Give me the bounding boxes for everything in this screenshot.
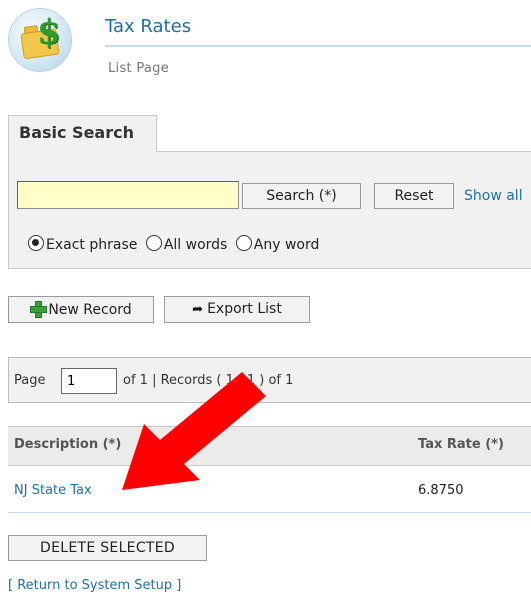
table-row-tax-rate: 6.8750 <box>418 483 464 498</box>
radio-checked-icon[interactable] <box>28 235 44 251</box>
radio-unchecked-icon[interactable] <box>145 235 162 251</box>
radio-all-words[interactable]: All words <box>145 235 228 253</box>
table-row-description-link[interactable]: NJ State Tax <box>14 483 92 498</box>
radio-label: Exact phrase <box>46 237 138 253</box>
export-list-label: Export List <box>207 301 282 317</box>
show-all-link[interactable]: Show all <box>464 188 523 204</box>
app-logo-icon: $ <box>8 8 72 72</box>
return-to-system-setup-link[interactable]: [ Return to System Setup ] <box>8 578 181 593</box>
share-arrow-icon: ➦ <box>192 302 204 317</box>
search-button[interactable]: Search (*) <box>242 183 361 209</box>
title-divider <box>105 45 531 47</box>
reset-button[interactable]: Reset <box>374 183 454 209</box>
new-record-label: New Record <box>48 302 132 318</box>
search-mode-group: Exact phrase All words Any word <box>28 235 323 253</box>
annotation-arrow-icon <box>122 372 266 490</box>
plus-icon <box>30 301 48 318</box>
page-title: Tax Rates <box>105 16 192 37</box>
export-list-button[interactable]: ➦ Export List <box>164 296 310 323</box>
dollar-icon: $ <box>37 12 61 52</box>
page-number-input[interactable] <box>61 368 117 394</box>
tab-basic-search[interactable]: Basic Search <box>8 115 157 152</box>
delete-selected-button[interactable]: DELETE SELECTED <box>8 535 207 561</box>
search-input[interactable] <box>17 181 239 209</box>
radio-any-word[interactable]: Any word <box>235 235 320 253</box>
radio-label: Any word <box>253 237 320 253</box>
radio-unchecked-icon[interactable] <box>235 235 252 251</box>
column-header-description[interactable]: Description (*) <box>14 437 121 452</box>
radio-exact-phrase[interactable]: Exact phrase <box>28 235 137 253</box>
table-row-divider <box>8 512 531 513</box>
column-header-tax-rate[interactable]: Tax Rate (*) <box>418 437 504 452</box>
page-subtitle: List Page <box>108 61 170 76</box>
radio-label: All words <box>163 237 228 253</box>
pager-label: Page <box>14 373 46 388</box>
new-record-button[interactable]: New Record <box>8 296 154 323</box>
